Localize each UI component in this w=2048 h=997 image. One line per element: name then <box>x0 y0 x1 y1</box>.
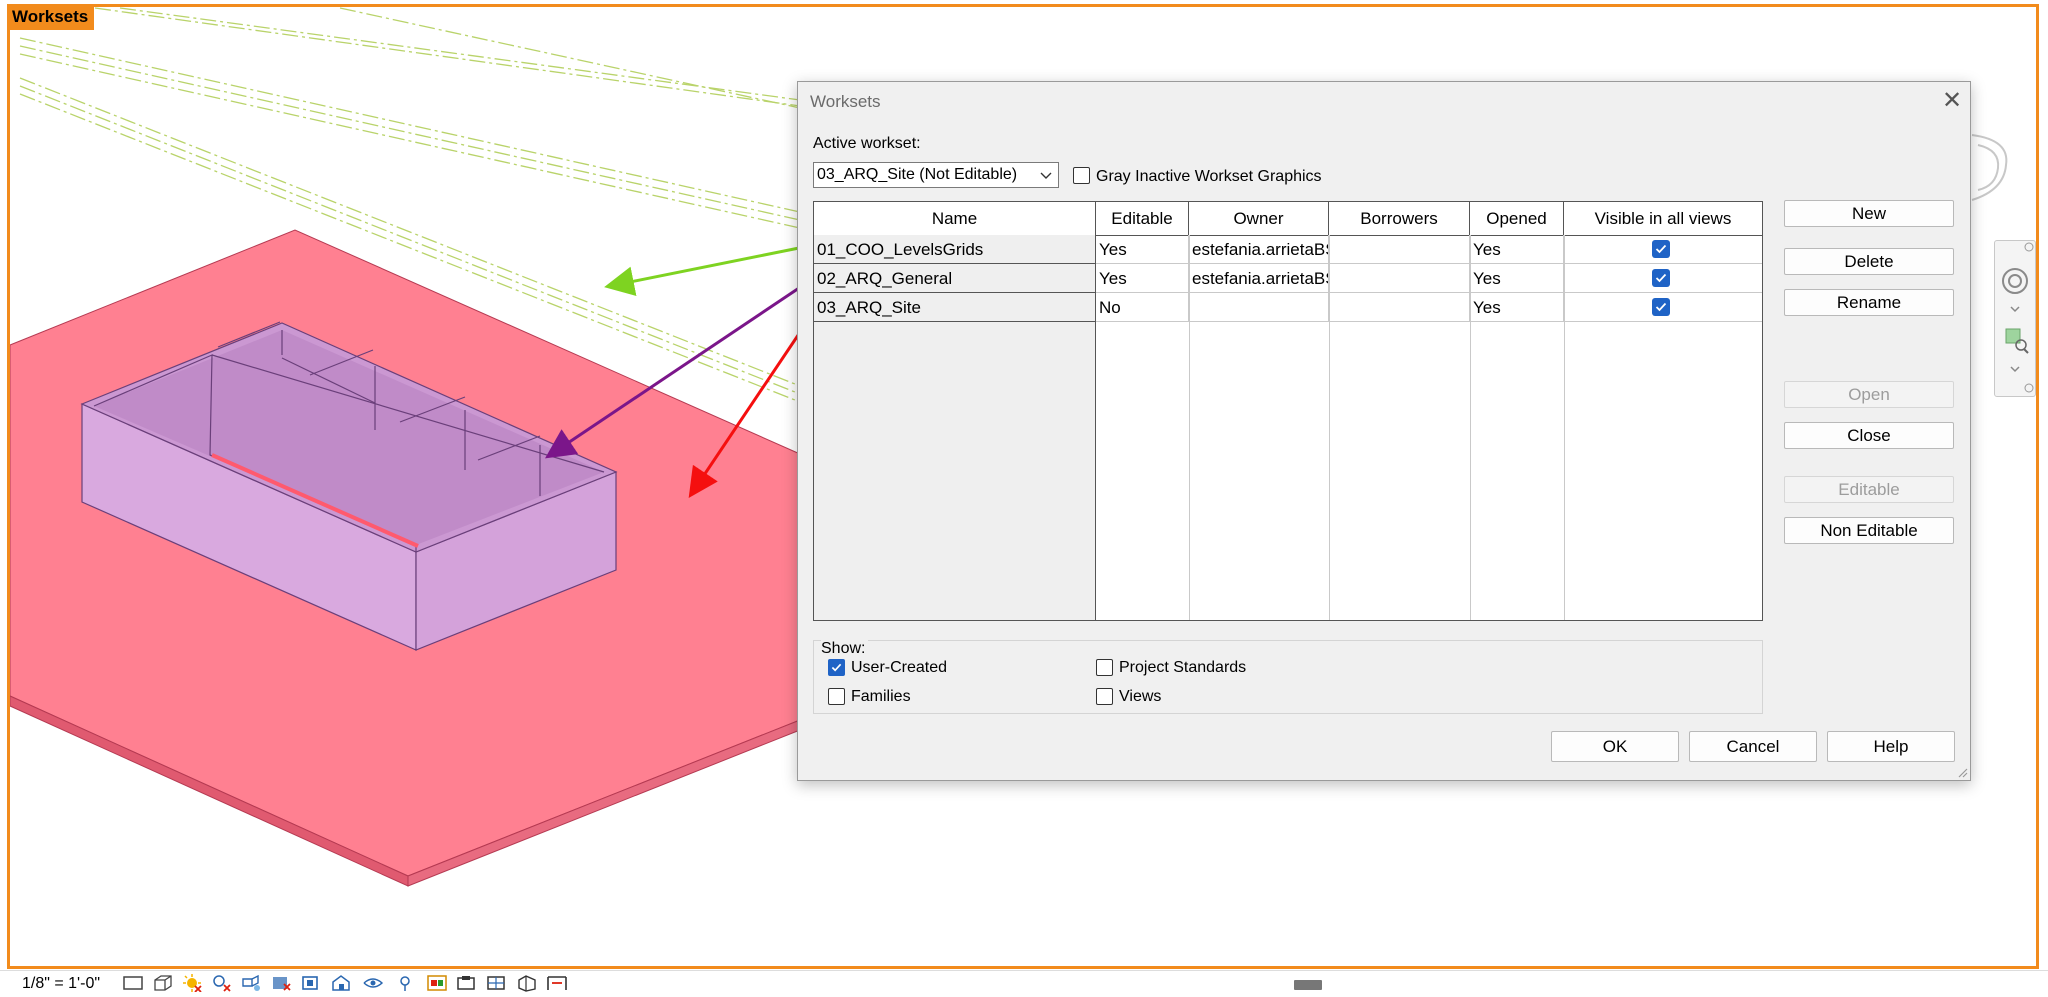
cancel-button[interactable]: Cancel <box>1689 731 1817 762</box>
visible-checkbox[interactable] <box>1652 298 1670 316</box>
workset-borrowers <box>1329 264 1470 293</box>
shadows-icon[interactable] <box>211 974 233 992</box>
visual-style-icon[interactable] <box>152 974 174 992</box>
project-standards-label: Project Standards <box>1119 659 1247 676</box>
workset-editable[interactable]: Yes <box>1096 264 1189 293</box>
workset-view-tag: Worksets <box>7 4 95 30</box>
reveal-constraints-icon[interactable] <box>546 974 568 992</box>
visible-checkbox[interactable] <box>1652 240 1670 258</box>
table-header: Name Editable Owner Borrowers Opened Vis… <box>814 202 1762 236</box>
column-header-owner[interactable]: Owner <box>1189 202 1329 235</box>
show-filter-group: Show: User-Created Families Project Stan… <box>813 640 1763 714</box>
workset-editable[interactable]: Yes <box>1096 235 1189 264</box>
workset-owner: estefania.arrietaBS <box>1189 235 1329 264</box>
column-header-editable[interactable]: Editable <box>1096 202 1189 235</box>
highlight-displacement-icon[interactable] <box>516 974 538 992</box>
delete-button[interactable]: Delete <box>1784 248 1954 275</box>
new-button[interactable]: New <box>1784 200 1954 227</box>
column-header-name[interactable]: Name <box>814 202 1096 235</box>
workset-visible-cell <box>1564 264 1762 293</box>
families-label: Families <box>851 688 911 705</box>
render-icon[interactable] <box>240 974 262 992</box>
detail-level-icon[interactable] <box>122 974 144 992</box>
rename-button[interactable]: Rename <box>1784 289 1954 316</box>
gray-inactive-checkbox[interactable] <box>1073 167 1090 184</box>
close-workset-button[interactable]: Close <box>1784 422 1954 449</box>
scroll-handle[interactable] <box>1294 980 1322 990</box>
workset-editable[interactable]: No <box>1096 293 1189 322</box>
chevron-down-icon <box>1040 172 1052 179</box>
workset-opened[interactable]: Yes <box>1470 235 1564 264</box>
table-row[interactable]: 03_ARQ_Site No Yes <box>814 293 1762 322</box>
sun-path-icon[interactable] <box>181 974 203 992</box>
workset-name[interactable]: 03_ARQ_Site <box>814 293 1096 322</box>
workset-name[interactable]: 02_ARQ_General <box>814 264 1096 293</box>
help-button[interactable]: Help <box>1827 731 1955 762</box>
annotation-arrow-green <box>604 243 815 296</box>
worksharing-display-icon[interactable] <box>426 974 448 992</box>
viewcube <box>1971 134 2008 201</box>
project-standards-checkbox[interactable] <box>1096 659 1113 676</box>
show-crop-icon[interactable] <box>300 974 322 992</box>
steering-wheel-icon <box>2002 268 2028 294</box>
crop-view-icon[interactable] <box>270 974 292 992</box>
temporary-hide-icon[interactable] <box>362 974 384 992</box>
navigation-bar[interactable] <box>1994 240 2036 397</box>
worksets-dialog: Worksets ✕ Active workset: 03_ARQ_Site (… <box>797 81 1971 781</box>
reveal-hidden-icon[interactable] <box>394 974 416 992</box>
user-created-label: User-Created <box>851 659 948 676</box>
workset-opened[interactable]: Yes <box>1470 264 1564 293</box>
show-label: Show: <box>821 640 869 658</box>
views-label: Views <box>1119 688 1162 705</box>
active-workset-value: 03_ARQ_Site (Not Editable) <box>817 166 1018 183</box>
temporary-view-properties-icon[interactable] <box>456 974 478 992</box>
families-checkbox[interactable] <box>828 688 845 705</box>
workset-owner: estefania.arrietaBS <box>1189 264 1329 293</box>
table-row[interactable]: 02_ARQ_General Yes estefania.arrietaBS Y… <box>814 264 1762 293</box>
close-icon[interactable]: ✕ <box>1939 88 1965 114</box>
views-checkbox[interactable] <box>1096 688 1113 705</box>
non-editable-button[interactable]: Non Editable <box>1784 517 1954 544</box>
zoom-icon <box>2005 328 2029 354</box>
active-workset-dropdown[interactable]: 03_ARQ_Site (Not Editable) <box>813 162 1059 188</box>
worksets-table: Name Editable Owner Borrowers Opened Vis… <box>813 201 1763 621</box>
table-row[interactable]: 01_COO_LevelsGrids Yes estefania.arrieta… <box>814 235 1762 264</box>
workset-visible-cell <box>1564 293 1762 322</box>
editable-button[interactable]: Editable <box>1784 476 1954 503</box>
ok-button[interactable]: OK <box>1551 731 1679 762</box>
workset-borrowers <box>1329 293 1470 322</box>
dialog-title: Worksets <box>810 92 881 111</box>
user-created-checkbox[interactable] <box>828 659 845 676</box>
column-header-visible[interactable]: Visible in all views <box>1564 202 1762 235</box>
analytical-model-icon[interactable] <box>486 974 508 992</box>
view-control-bar: 1/8" = 1'-0" <box>0 970 2048 997</box>
resize-grip-icon[interactable] <box>1958 768 1968 778</box>
unlock-3d-icon[interactable] <box>330 974 352 992</box>
workset-owner <box>1189 293 1329 322</box>
view-scale[interactable]: 1/8" = 1'-0" <box>22 975 100 993</box>
column-header-opened[interactable]: Opened <box>1470 202 1564 235</box>
gray-inactive-label: Gray Inactive Workset Graphics <box>1096 168 1322 185</box>
open-button[interactable]: Open <box>1784 381 1954 408</box>
workset-name[interactable]: 01_COO_LevelsGrids <box>814 235 1096 264</box>
workset-borrowers <box>1329 235 1470 264</box>
workset-opened[interactable]: Yes <box>1470 293 1564 322</box>
active-workset-label: Active workset: <box>813 135 921 152</box>
visible-checkbox[interactable] <box>1652 269 1670 287</box>
column-header-borrowers[interactable]: Borrowers <box>1329 202 1470 235</box>
workset-visible-cell <box>1564 235 1762 264</box>
